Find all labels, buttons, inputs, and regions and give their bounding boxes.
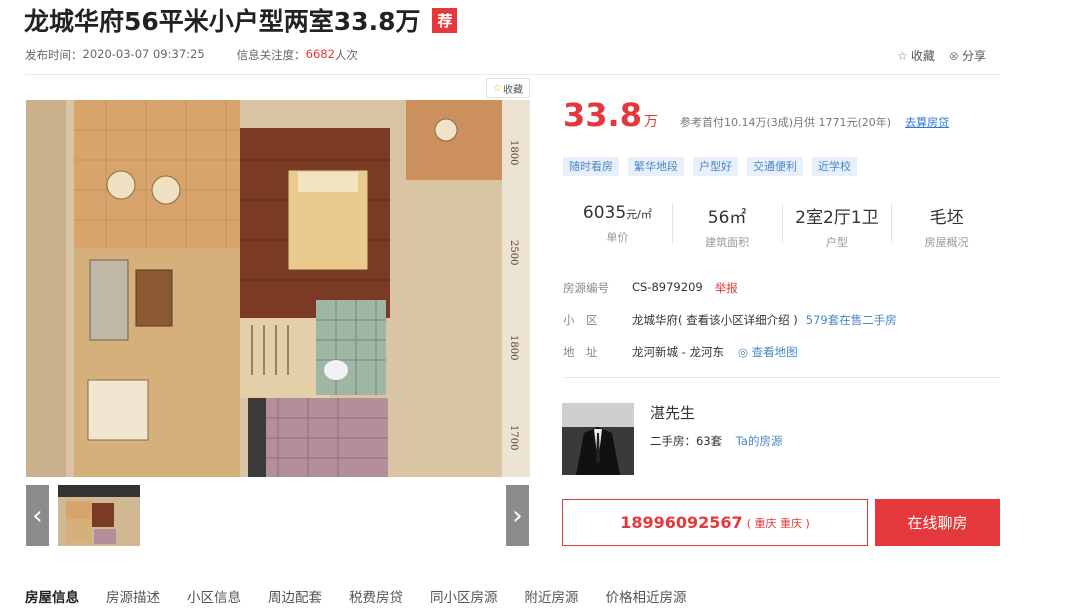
info-row-community: 小 区 龙城华府( 查看该小区详细介绍 ) 579套在售二手房	[563, 312, 897, 328]
star-icon: ☆	[493, 82, 502, 94]
price-value: 33.8	[563, 96, 642, 134]
feature-tag: 交通便利	[747, 157, 803, 176]
online-chat-button[interactable]: 在线聊房	[875, 499, 1000, 546]
location-pin-icon: ◎	[737, 345, 752, 359]
detail-tabs: 房屋信息 房源描述 小区信息 周边配套 税费房贷 同小区房源 附近房源 价格相近…	[25, 586, 714, 606]
feature-tag: 随时看房	[563, 157, 619, 176]
favorite-label: 收藏	[910, 49, 935, 63]
recommend-badge: 荐	[432, 7, 458, 33]
listing-title-row: 龙城华府56平米小户型两室33.8万 荐	[24, 2, 458, 38]
info-label: 房源编号	[563, 281, 609, 295]
thumbnail-floor-plan	[58, 497, 140, 546]
publish-label: 发布时间：	[25, 48, 83, 62]
feature-tag: 近学校	[812, 157, 857, 176]
stat-label: 建筑面积	[705, 236, 750, 249]
agent-avatar[interactable]	[562, 403, 634, 475]
stat-label: 单价	[606, 231, 629, 244]
tab-nearby[interactable]: 附近房源	[525, 586, 579, 606]
views-label: 信息关注度：	[236, 48, 306, 62]
stat-value: 2室2厅1卫	[795, 208, 879, 228]
agent-listing-count: 二手房：63套	[650, 434, 723, 448]
info-row-code: 房源编号 CS-8979209 举报	[563, 280, 738, 296]
tab-house-info[interactable]: 房屋信息	[25, 586, 79, 606]
stat-unit-price: 6035元/㎡ 单价	[563, 203, 673, 244]
agent-listings: 二手房：63套 Ta的房源	[650, 433, 782, 449]
tab-same-community[interactable]: 同小区房源	[430, 586, 498, 606]
chevron-left-icon: ‹	[32, 500, 43, 531]
floor-plan-image[interactable]: 1800 2500 1800 1700	[26, 100, 530, 477]
loan-calculator-link[interactable]: 去算房贷	[905, 114, 949, 130]
phone-number: 18996092567	[620, 513, 743, 532]
tab-community-info[interactable]: 小区信息	[187, 586, 241, 606]
floor-plan-drawing: 1800 2500 1800 1700	[26, 100, 530, 477]
share-label: 分享	[961, 49, 986, 63]
image-favorite-label: 收藏	[502, 84, 523, 96]
tab-similar-price[interactable]: 价格相近房源	[606, 586, 687, 606]
svg-text:1800: 1800	[508, 140, 519, 165]
svg-text:1800: 1800	[508, 335, 519, 360]
listing-title: 龙城华府56平米小户型两室33.8万	[24, 7, 421, 36]
svg-text:1700: 1700	[508, 425, 519, 450]
feature-tags: 随时看房 繁华地段 户型好 交通便利 近学校	[563, 157, 857, 176]
gallery-thumbnail[interactable]	[58, 485, 140, 546]
address-value: 龙河新城 - 龙河东	[632, 345, 724, 359]
photo-gallery: ☆ 收藏 1800 2500 1800 1700	[26, 78, 530, 477]
listing-actions: ☆ 收藏 ⊗ 分享	[897, 47, 986, 64]
share-icon: ⊗	[948, 49, 959, 63]
info-row-address: 地 址 龙河新城 - 龙河东 ◎ 查看地图	[563, 344, 798, 360]
agent-name: 湛先生	[650, 404, 696, 422]
key-stats: 6035元/㎡ 单价 56㎡ 建筑面积 2室2厅1卫 户型 毛坯 房屋概况	[563, 203, 1001, 249]
listing-meta: 发布时间： 2020-03-07 09:37:25 信息关注度： 6682 人次	[25, 47, 358, 63]
info-label: 地 址	[563, 345, 598, 359]
views-count: 6682	[305, 47, 335, 61]
price-row: 33.8 万 参考首付10.14万(3成)月供 1771元(20年) 去算房贷	[563, 96, 949, 134]
info-divider	[563, 377, 1000, 378]
star-outline-icon: ☆	[897, 49, 908, 63]
tab-tax-loan[interactable]: 税费房贷	[349, 586, 403, 606]
tab-surroundings[interactable]: 周边配套	[268, 586, 322, 606]
report-link[interactable]: 举报	[715, 280, 738, 296]
stat-value: 6035元/㎡	[582, 203, 652, 223]
feature-tag: 繁华地段	[628, 157, 684, 176]
stat-layout: 2室2厅1卫 户型	[783, 203, 893, 249]
svg-text:2500: 2500	[508, 240, 519, 265]
info-label: 小 区	[563, 313, 598, 327]
gallery-next-button[interactable]: ›	[506, 485, 529, 546]
community-link[interactable]: 龙城华府( 查看该小区详细介绍 )	[632, 312, 798, 328]
stat-area: 56㎡ 建筑面积	[673, 203, 783, 249]
chevron-right-icon: ›	[512, 500, 523, 531]
tab-description[interactable]: 房源描述	[106, 586, 160, 606]
stat-label: 户型	[825, 236, 848, 249]
stat-value: 毛坯	[929, 208, 964, 228]
phone-city: ( 重庆 重庆 )	[746, 516, 810, 530]
agent-listings-link[interactable]: Ta的房源	[736, 434, 783, 448]
header-divider	[25, 74, 1000, 75]
community-listings-link[interactable]: 579套在售二手房	[806, 312, 897, 328]
publish-time: 2020-03-07 09:37:25	[82, 47, 205, 61]
share-button[interactable]: ⊗ 分享	[949, 47, 986, 64]
phone-button[interactable]: 18996092567 ( 重庆 重庆 )	[562, 499, 868, 546]
stat-label: 房屋概况	[924, 236, 969, 249]
feature-tag: 户型好	[693, 157, 738, 176]
agent-portrait	[562, 403, 634, 475]
gallery-prev-button[interactable]: ‹	[26, 485, 49, 546]
payment-reference: 参考首付10.14万(3成)月供 1771元(20年)	[679, 116, 892, 129]
stat-value: 56㎡	[707, 208, 747, 228]
listing-code: CS-8979209	[632, 280, 703, 294]
favorite-button[interactable]: ☆ 收藏	[897, 47, 935, 64]
stat-condition: 毛坯 房屋概况	[892, 203, 1001, 249]
view-map-link[interactable]: ◎ 查看地图	[738, 344, 798, 360]
image-favorite-button[interactable]: ☆ 收藏	[486, 78, 530, 98]
views-unit: 人次	[334, 48, 358, 62]
price-unit: 万	[643, 114, 658, 130]
